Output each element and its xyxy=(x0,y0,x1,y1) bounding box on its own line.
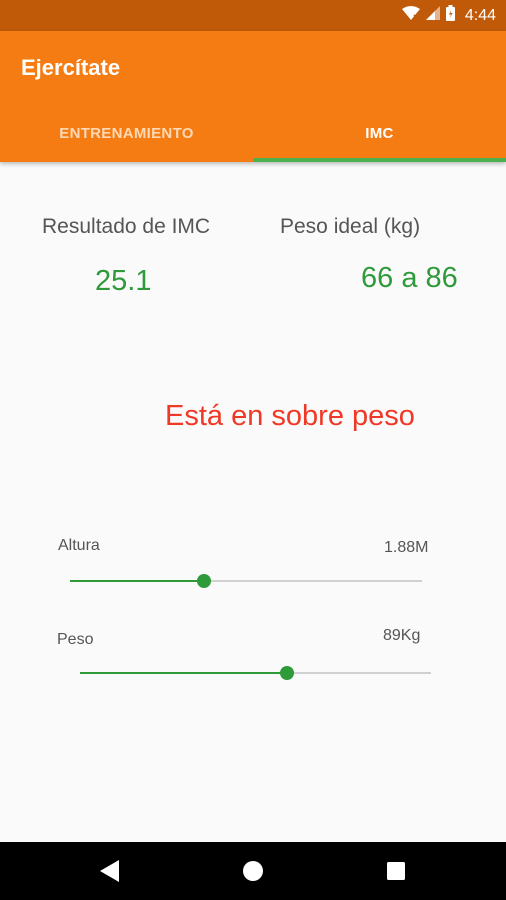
recents-icon xyxy=(387,862,405,880)
weight-value: 89Kg xyxy=(383,627,421,644)
home-icon xyxy=(243,861,263,881)
imc-result-value: 25.1 xyxy=(95,265,152,297)
app-bar: Ejercítate ENTRENAMIENTO IMC xyxy=(0,31,506,162)
tab-entrenamiento[interactable]: ENTRENAMIENTO xyxy=(0,116,253,162)
wifi-icon xyxy=(401,6,420,25)
tab-indicator xyxy=(253,158,506,162)
back-button[interactable] xyxy=(80,842,140,900)
status-bar: 4:44 xyxy=(0,0,506,31)
height-slider[interactable] xyxy=(70,571,422,591)
status-icons: 4:44 xyxy=(401,0,496,31)
tab-imc[interactable]: IMC xyxy=(253,116,506,162)
ideal-weight-label: Peso ideal (kg) xyxy=(280,215,421,238)
imc-result-label: Resultado de IMC xyxy=(42,215,211,238)
slider-fill xyxy=(70,580,204,582)
recents-button[interactable] xyxy=(366,842,426,900)
slider-thumb[interactable] xyxy=(280,666,295,680)
status-time: 4:44 xyxy=(464,6,496,24)
weight-status-message: Está en sobre peso xyxy=(165,400,415,432)
back-icon xyxy=(100,860,119,882)
slider-fill xyxy=(80,672,288,674)
height-label: Altura xyxy=(58,537,100,554)
home-button[interactable] xyxy=(223,842,283,900)
slider-thumb[interactable] xyxy=(196,574,211,588)
weight-slider[interactable] xyxy=(80,663,431,683)
app-title: Ejercítate xyxy=(21,55,121,80)
ideal-weight-value: 66 a 86 xyxy=(361,262,458,294)
navigation-bar xyxy=(0,842,506,900)
signal-icon xyxy=(425,6,440,25)
battery-icon xyxy=(445,5,455,26)
weight-label: Peso xyxy=(57,631,94,648)
height-value: 1.88M xyxy=(384,539,429,556)
